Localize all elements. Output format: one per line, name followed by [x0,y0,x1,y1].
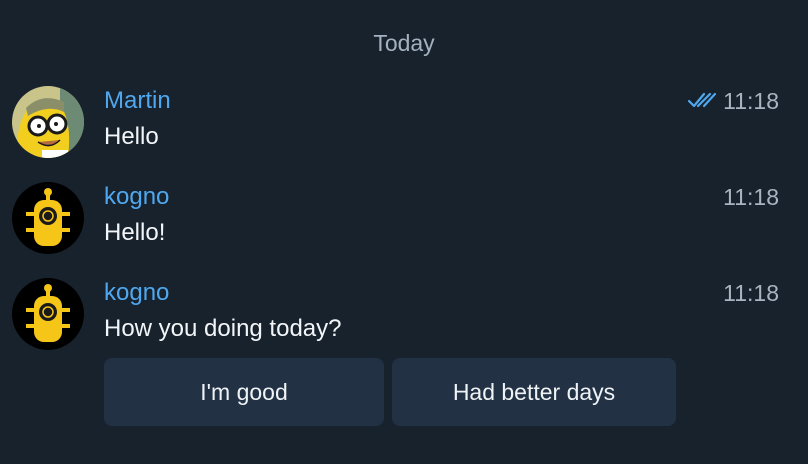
sender-name[interactable]: kogno [104,183,169,211]
message-item: Martin Hello 11:18 [12,86,782,166]
simpson-avatar-icon [12,86,84,158]
message-time: 11:18 [723,280,779,307]
keyboard-button-had-better-days[interactable]: Had better days [392,358,676,426]
sender-name[interactable]: kogno [104,279,169,307]
message-time: 11:18 [687,88,779,115]
sender-name[interactable]: Martin [104,87,171,115]
message-text: Hello! [104,219,166,246]
robot-avatar-icon [12,182,84,254]
message-text: How you doing today? [104,315,342,342]
bot-avatar[interactable] [12,278,84,350]
message-time: 11:18 [723,184,779,211]
time-label: 11:18 [723,280,779,306]
time-label: 11:18 [723,88,779,114]
message-text: Hello [104,123,159,150]
time-label: 11:18 [723,184,779,210]
double-check-icon [687,88,717,115]
keyboard-button-im-good[interactable]: I'm good [104,358,384,426]
robot-avatar-icon [12,278,84,350]
message-item: kogno Hello! 11:18 [12,182,782,262]
user-avatar[interactable] [12,86,84,158]
bot-avatar[interactable] [12,182,84,254]
date-separator: Today [373,30,435,56]
message-item: kogno How you doing today? 11:18 [12,278,782,358]
